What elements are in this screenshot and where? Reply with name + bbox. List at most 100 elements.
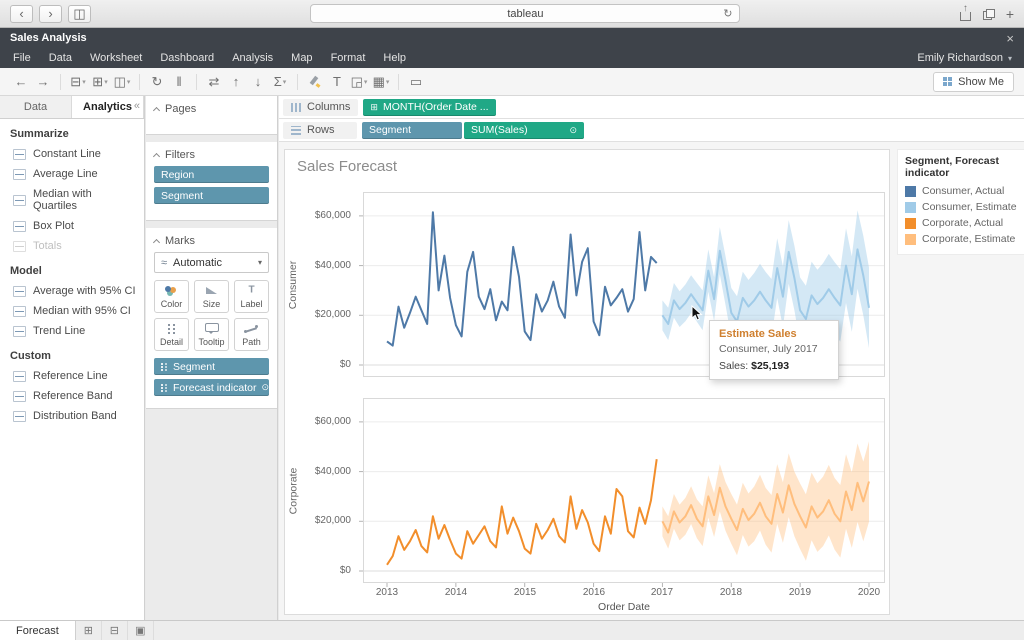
presentation-icon-glyph: ▭ xyxy=(409,73,423,89)
marks-color-button[interactable]: Color xyxy=(154,280,189,313)
dropdown-caret-icon: ▾ xyxy=(385,78,390,86)
sidebar-toggle-button[interactable]: ◫ xyxy=(68,4,91,23)
close-icon[interactable]: × xyxy=(1006,32,1014,45)
text-label-icon[interactable]: T xyxy=(326,71,348,93)
analytics-item-median-with-95-ci[interactable]: Median with 95% CI xyxy=(0,301,144,321)
marks-header[interactable]: Marks xyxy=(152,235,269,247)
presentation-icon[interactable]: ▭ xyxy=(405,71,427,93)
new-tab-button[interactable]: + xyxy=(1006,6,1014,22)
filter-pill-segment[interactable]: Segment xyxy=(154,187,269,204)
cell-size-icon[interactable]: ▦ ▾ xyxy=(370,71,392,93)
pause-icon[interactable]: ‖ xyxy=(168,71,190,93)
row-label-consumer: Consumer xyxy=(285,192,301,377)
fit-icon[interactable]: ◲ ▾ xyxy=(348,71,370,93)
menu-help[interactable]: Help xyxy=(374,52,415,64)
pages-header[interactable]: Pages xyxy=(152,103,269,115)
marks-pill-segment[interactable]: Segment xyxy=(154,358,269,375)
marks-pill-forecast-indicator[interactable]: Forecast indicator ⊙ xyxy=(154,379,269,396)
marks-size-button[interactable]: Size xyxy=(194,280,229,313)
sort-ascending-icon[interactable]: ↑ xyxy=(225,71,247,93)
share-icon[interactable] xyxy=(959,11,971,21)
menu-dashboard[interactable]: Dashboard xyxy=(151,52,223,64)
marks-tooltip-button[interactable]: Tooltip xyxy=(194,318,229,351)
shelf-pill-segment[interactable]: Segment xyxy=(362,121,462,139)
marks-button-label: Label xyxy=(240,298,263,309)
totals-icon[interactable]: Σ ▾ xyxy=(269,71,291,93)
analytics-item-median-with-quartiles[interactable]: Median with Quartiles xyxy=(0,184,144,216)
filters-header[interactable]: Filters xyxy=(152,149,269,161)
menu-data[interactable]: Data xyxy=(40,52,81,64)
analytics-item-reference-band[interactable]: Reference Band xyxy=(0,386,144,406)
shelf-column: Pages Filters Region Segment Marks ≈ Auto… xyxy=(146,96,278,620)
browser-back-button[interactable]: ‹ xyxy=(10,4,33,23)
new-story-tab-icon[interactable]: ▣ xyxy=(128,621,154,640)
refresh-icon[interactable]: ↻ xyxy=(146,71,168,93)
redo-icon[interactable]: → xyxy=(32,71,54,93)
filter-pill-region[interactable]: Region xyxy=(154,166,269,183)
sheet-tab-forecast[interactable]: Forecast xyxy=(0,621,76,640)
analytics-item-average-line[interactable]: Average Line xyxy=(0,164,144,184)
marks-label-button[interactable]: Label xyxy=(234,280,269,313)
new-worksheet-tab-icon[interactable]: ⊞ xyxy=(76,621,102,640)
corporate-plot[interactable] xyxy=(359,398,885,587)
median-ci-icon xyxy=(13,305,26,317)
tab-overview-icon[interactable] xyxy=(982,8,995,20)
rows-label: Rows xyxy=(307,124,335,136)
sort-descending-icon[interactable]: ↓ xyxy=(247,71,269,93)
rows-shelf[interactable]: Rows Segment SUM(Sales) ⊙ xyxy=(279,119,1024,142)
columns-icon xyxy=(291,102,301,112)
new-worksheet-tab-icon-glyph: ⊞ xyxy=(83,625,93,637)
analytics-item-box-plot[interactable]: Box Plot xyxy=(0,216,144,236)
menu-worksheet[interactable]: Worksheet xyxy=(81,52,151,64)
legend-item[interactable]: Corporate, Estimate xyxy=(905,233,1017,245)
browser-forward-button[interactable]: › xyxy=(39,4,62,23)
swap-icon[interactable]: ⇄ xyxy=(203,71,225,93)
toolbar: ← → ⊟ ▾ ⊞ ▾ ◫ ▾ ↻ ‖ ⇄ ↑ ↓ Σ ▾ T ◲ ▾ ▦ ▾ ▭ Show Me xyxy=(0,68,1024,96)
collapse-pane-icon[interactable]: « xyxy=(134,100,140,112)
menu-map[interactable]: Map xyxy=(282,52,321,64)
url-bar[interactable]: tableau ↻ xyxy=(310,4,741,23)
columns-shelf[interactable]: Columns ⊞ MONTH(Order Date ... xyxy=(279,96,1024,119)
analytics-item-reference-line[interactable]: Reference Line xyxy=(0,366,144,386)
legend-item[interactable]: Consumer, Estimate xyxy=(905,201,1017,213)
reload-icon[interactable]: ↻ xyxy=(723,7,732,20)
sort-ascending-icon-glyph: ↑ xyxy=(232,74,240,89)
collapse-caret-icon xyxy=(152,152,161,160)
new-worksheet-icon[interactable]: ⊞ ▾ xyxy=(89,71,111,93)
statusbar-icons: ⊞ ⊟ ▣ xyxy=(76,621,154,640)
user-name: Emily Richardson xyxy=(917,52,1003,64)
analytics-item-trend-line[interactable]: Trend Line xyxy=(0,321,144,341)
legend-item[interactable]: Consumer, Actual xyxy=(905,185,1017,197)
analytics-item-distribution-band[interactable]: Distribution Band xyxy=(0,406,144,426)
analytics-item-average-with-95-ci[interactable]: Average with 95% CI xyxy=(0,281,144,301)
new-datasource-icon[interactable]: ⊟ ▾ xyxy=(67,71,89,93)
legend-label: Corporate, Estimate xyxy=(922,233,1016,245)
toolbar-icons: ← → ⊟ ▾ ⊞ ▾ ◫ ▾ ↻ ‖ ⇄ ↑ ↓ Σ ▾ T ◲ ▾ ▦ ▾ ▭ xyxy=(10,71,427,93)
window-titlebar: Sales Analysis × xyxy=(0,28,1024,48)
menu-file[interactable]: File xyxy=(4,52,40,64)
marks-path-button[interactable]: Path xyxy=(234,318,269,351)
new-dashboard-tab-icon[interactable]: ⊟ xyxy=(102,621,128,640)
analytics-item-label: Average Line xyxy=(33,168,98,180)
user-menu[interactable]: Emily Richardson ▾ xyxy=(917,52,1020,64)
duplicate-icon[interactable]: ◫ ▾ xyxy=(111,71,133,93)
marks-detail-button[interactable]: Detail xyxy=(154,318,189,351)
redo-icon-glyph: → xyxy=(36,74,50,89)
chevron-down-icon: ▾ xyxy=(257,258,262,267)
shelf-pill-month-order-date[interactable]: ⊞ MONTH(Order Date ... xyxy=(363,98,496,116)
shelf-pill-sum-sales[interactable]: SUM(Sales) ⊙ xyxy=(464,121,584,139)
toolbar-separator xyxy=(398,73,399,90)
analytics-item-constant-line[interactable]: Constant Line xyxy=(0,144,144,164)
show-me-button[interactable]: Show Me xyxy=(933,71,1014,92)
menu-analysis[interactable]: Analysis xyxy=(223,52,282,64)
chart-tooltip: Estimate Sales Consumer, July 2017 Sales… xyxy=(709,320,839,380)
tab-data[interactable]: Data xyxy=(0,96,72,118)
highlight-pen-icon[interactable] xyxy=(304,71,326,93)
forecast-indicator-icon: ⊙ xyxy=(569,124,577,135)
menu-format[interactable]: Format xyxy=(322,52,375,64)
label-icon xyxy=(244,285,259,296)
mark-type-dropdown[interactable]: ≈ Automatic ▾ xyxy=(154,252,269,273)
y-axis-tick-label: $40,000 xyxy=(314,465,351,477)
legend-item[interactable]: Corporate, Actual xyxy=(905,217,1017,229)
undo-icon[interactable]: ← xyxy=(10,71,32,93)
